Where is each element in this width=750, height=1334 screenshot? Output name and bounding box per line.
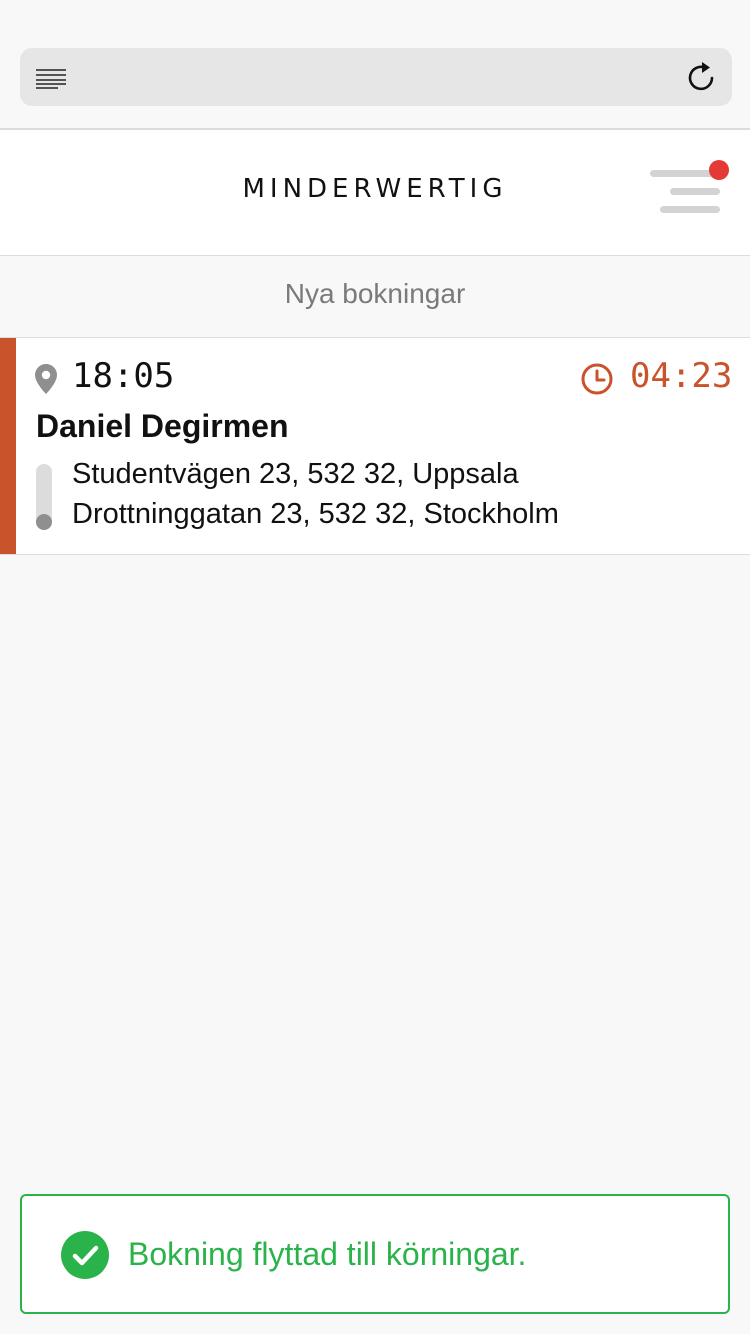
hamburger-menu-icon <box>650 170 716 177</box>
booking-card[interactable]: 18:05 04:23 Daniel Degirmen Studentvägen… <box>0 337 750 555</box>
toast-message: Bokning flyttad till körningar. <box>128 1236 527 1272</box>
dropoff-address: Drottninggatan 23, 532 32, Stockholm <box>72 498 559 530</box>
menu-button[interactable] <box>646 160 736 220</box>
pickup-address: Studentvägen 23, 532 32, Uppsala <box>72 458 519 490</box>
browser-address-bar[interactable] <box>20 48 732 106</box>
menu-line <box>660 206 720 213</box>
brand-logo: MINDERWERTIG <box>242 174 508 204</box>
clock-icon <box>580 362 614 396</box>
notification-dot <box>709 160 729 180</box>
success-toast: Bokning flyttad till körningar. <box>20 1194 730 1314</box>
menu-line <box>670 188 720 195</box>
countdown-timer: 04:23 <box>630 356 733 396</box>
customer-name: Daniel Degirmen <box>36 408 289 444</box>
booking-status-accent <box>0 338 16 554</box>
map-pin-icon <box>34 363 58 395</box>
check-circle-icon <box>60 1230 110 1280</box>
pickup-time: 18:05 <box>72 356 175 396</box>
route-destination-dot <box>36 514 52 530</box>
section-title: Nya bokningar <box>284 278 466 309</box>
app-header: MINDERWERTIG <box>0 128 750 256</box>
route-indicator <box>36 464 52 530</box>
reload-icon[interactable] <box>686 60 718 94</box>
reader-lines-icon[interactable] <box>36 68 66 90</box>
